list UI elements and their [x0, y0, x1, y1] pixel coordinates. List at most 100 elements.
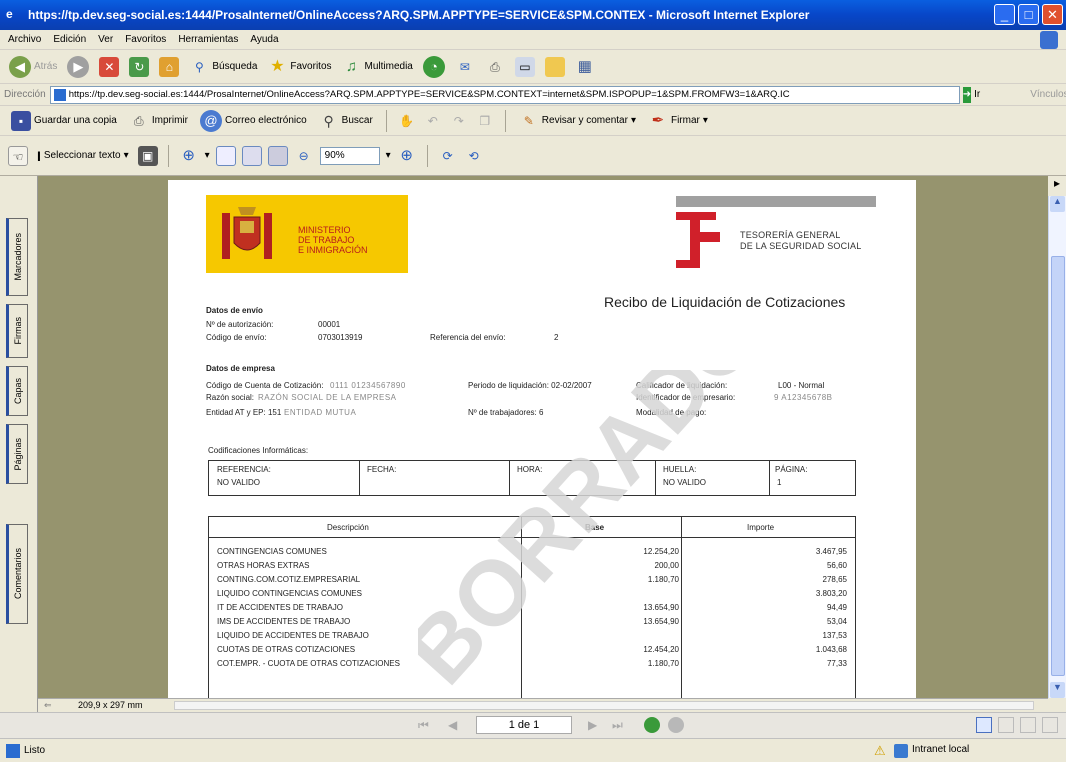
first-page-icon[interactable]: ⏮: [418, 718, 429, 733]
multimedia-button[interactable]: ♫ Multimedia: [339, 54, 416, 80]
horizontal-scrollbar[interactable]: [174, 701, 1034, 710]
page-navigation-bar: ⏮ ◀ 1 de 1 ▶ ⏭: [0, 712, 1066, 738]
address-input[interactable]: https://tp.dev.seg-social.es:1444/ProsaI…: [49, 85, 960, 104]
printer-icon: ⎙: [490, 59, 500, 74]
go-arrow-icon[interactable]: ➜: [962, 86, 972, 103]
menu-favoritos[interactable]: Favoritos: [125, 34, 166, 45]
zoom-in-icon[interactable]: ⊕: [179, 146, 199, 166]
history-button[interactable]: ◔: [420, 54, 448, 80]
tab-capas[interactable]: Capas: [6, 366, 28, 416]
zoom-input[interactable]: 90%: [319, 146, 380, 165]
actual-size-icon[interactable]: [215, 145, 236, 166]
select-text-button[interactable]: I Seleccionar texto ▾: [34, 143, 132, 169]
scroll-up-icon[interactable]: ▲: [1050, 196, 1065, 212]
address-url: https://tp.dev.seg-social.es:1444/ProsaI…: [68, 89, 790, 100]
rotate-view-icon[interactable]: ⟳: [438, 146, 458, 166]
zoom-dropdown-icon[interactable]: ▾: [386, 150, 391, 161]
minimize-button[interactable]: _: [994, 4, 1015, 25]
close-button[interactable]: ✕: [1042, 4, 1063, 25]
continuous-facing-icon[interactable]: [1042, 717, 1058, 733]
fit-page-icon[interactable]: [241, 145, 262, 166]
go-forward-view-icon[interactable]: [668, 717, 684, 733]
zoom-plus-icon[interactable]: ⊕: [397, 146, 417, 166]
review-comment-button[interactable]: ✎ Revisar y comentar ▾: [516, 108, 639, 134]
favorites-button[interactable]: ★ Favoritos: [264, 54, 334, 80]
scroll-thumb[interactable]: [1051, 256, 1065, 676]
period-label: Periodo de liquidación: 02-02/2007: [468, 381, 592, 390]
col-descripcion: Descripción: [327, 523, 369, 532]
tab-marcadores[interactable]: Marcadores: [6, 218, 28, 296]
edit-button[interactable]: ▭: [512, 54, 538, 80]
email-icon: @: [199, 109, 222, 132]
tab-firmas[interactable]: Firmas: [6, 304, 28, 358]
fit-width-icon[interactable]: [267, 145, 288, 166]
mail-button[interactable]: ✉: [452, 54, 478, 80]
empresa-heading: Datos de empresa: [206, 364, 275, 373]
prev-page-icon[interactable]: ◀: [448, 718, 457, 732]
copy-icon[interactable]: ❐: [475, 111, 495, 131]
search-button[interactable]: ⚲ Búsqueda: [186, 54, 260, 80]
home-button[interactable]: ⌂: [156, 54, 182, 80]
page-number-field[interactable]: 1 de 1: [476, 716, 572, 734]
continuous-icon[interactable]: [998, 717, 1014, 733]
star-icon: ★: [270, 57, 285, 75]
redo-icon[interactable]: ↷: [449, 111, 469, 131]
panel-arrow-icon[interactable]: ▸: [1048, 176, 1066, 196]
next-page-icon[interactable]: ▶: [588, 718, 597, 732]
toolbar-separator: [167, 144, 169, 167]
page-icon: [53, 88, 66, 101]
razon-value: RAZÓN SOCIAL DE LA EMPRESA: [258, 393, 397, 402]
stop-button[interactable]: ✕: [96, 54, 122, 80]
email-button[interactable]: @ Correo electrónico: [197, 108, 310, 134]
ident-value: 9 A12345678B: [774, 393, 833, 402]
codif-hora-label: HORA:: [517, 465, 543, 474]
vertical-scrollbar[interactable]: ▲ ▼: [1048, 196, 1066, 698]
toolbar-separator: [504, 109, 506, 132]
print-toolbar-button[interactable]: ⎙: [482, 54, 508, 80]
research-button[interactable]: ▦: [572, 54, 598, 80]
undo-icon[interactable]: ↶: [423, 111, 443, 131]
go-back-view-icon[interactable]: [644, 717, 660, 733]
links-button[interactable]: Vínculos: [1030, 89, 1066, 100]
codif-huella-value: NO VALIDO: [663, 478, 706, 487]
find-button[interactable]: ⚲ Buscar: [316, 108, 376, 134]
rotate-icon[interactable]: ⟲: [464, 146, 484, 166]
menu-edicion[interactable]: Edición: [53, 34, 86, 45]
back-button[interactable]: ◀ Atrás: [6, 54, 60, 80]
code-value: 0703013919: [318, 333, 363, 342]
toolbar-separator: [426, 144, 428, 167]
trab-label: Nº de trabajadores: 6: [468, 408, 544, 417]
window-title-bar: e https://tp.dev.seg-social.es:1444/Pros…: [0, 0, 1066, 30]
refresh-button[interactable]: ↻: [126, 54, 152, 80]
go-button[interactable]: Ir: [974, 89, 980, 100]
address-bar: Dirección https://tp.dev.seg-social.es:1…: [0, 84, 1066, 106]
facing-icon[interactable]: [1020, 717, 1036, 733]
search-icon: ⚲: [194, 59, 204, 74]
forward-button[interactable]: ▶: [64, 54, 92, 80]
maximize-button[interactable]: □: [1018, 4, 1039, 25]
page-done-icon: [6, 743, 20, 758]
last-page-icon[interactable]: ⏭: [612, 718, 623, 733]
text-cursor-icon: I: [37, 147, 41, 164]
menu-herramientas[interactable]: Herramientas: [178, 34, 238, 45]
snapshot-icon[interactable]: ▣: [137, 145, 158, 166]
menu-ver[interactable]: Ver: [98, 34, 113, 45]
save-copy-button[interactable]: ▪ Guardar una copia: [8, 108, 120, 134]
print-button[interactable]: ⎙ Imprimir: [126, 108, 191, 134]
menu-ayuda[interactable]: Ayuda: [250, 34, 278, 45]
hand-icon[interactable]: ☜: [8, 145, 28, 166]
hand-tool-icon[interactable]: ✋: [397, 111, 417, 131]
scroll-down-icon[interactable]: ▼: [1050, 682, 1065, 698]
tab-paginas[interactable]: Páginas: [6, 424, 28, 484]
sign-button[interactable]: ✒ Firmar ▾: [645, 108, 711, 134]
zoom-out-icon[interactable]: ⊖: [294, 146, 314, 166]
header-bar: [676, 196, 876, 207]
chevron-down-icon[interactable]: ▾: [205, 150, 210, 161]
page-size: 209,9 x 297 mm: [78, 700, 143, 710]
folder-button[interactable]: [542, 54, 568, 80]
zone-text: Intranet local: [912, 744, 970, 755]
menu-archivo[interactable]: Archivo: [8, 34, 41, 45]
single-page-icon[interactable]: [976, 717, 992, 733]
tab-comentarios[interactable]: Comentarios: [6, 524, 28, 624]
calif-value: L00 - Normal: [778, 381, 825, 390]
